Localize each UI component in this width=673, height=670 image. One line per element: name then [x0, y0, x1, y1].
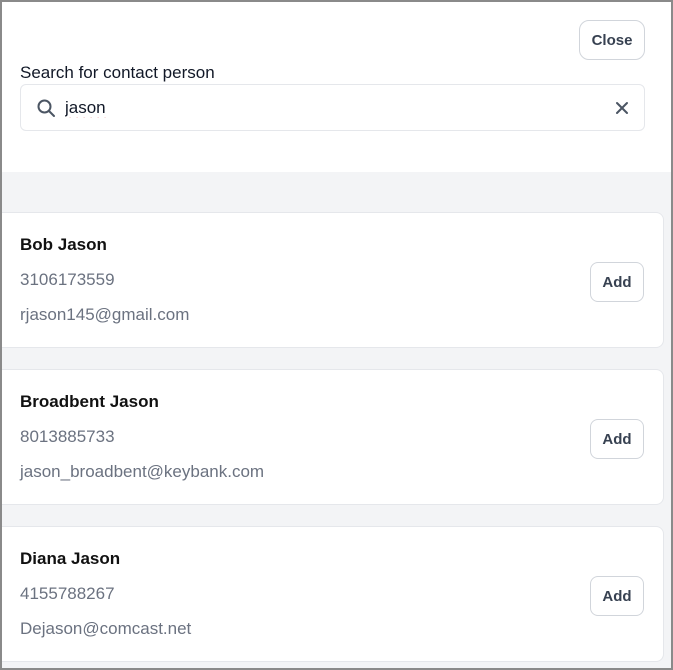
contact-email: jason_broadbent@keybank.com	[20, 462, 265, 481]
contact-name: Diana Jason	[20, 549, 121, 568]
add-contact-button[interactable]: Add	[590, 262, 644, 302]
search-results-list: Bob Jason 3106173559 rjason145@gmail.com…	[2, 172, 671, 668]
close-button[interactable]: Close	[579, 20, 645, 60]
contact-name: Bob Jason	[20, 235, 107, 254]
contact-email: rjason145@gmail.com	[20, 305, 190, 324]
contact-phone: 3106173559	[20, 270, 115, 289]
add-contact-button[interactable]: Add	[590, 576, 644, 616]
search-icon	[37, 99, 55, 117]
contact-email: Dejason@comcast.net	[20, 619, 192, 638]
contact-card: Bob Jason 3106173559 rjason145@gmail.com…	[2, 212, 664, 348]
contact-card: Diana Jason 4155788267 Dejason@comcast.n…	[2, 526, 664, 662]
search-field[interactable]	[20, 84, 645, 131]
contact-card: Broadbent Jason 8013885733 jason_broadbe…	[2, 369, 664, 505]
contact-phone: 4155788267	[20, 584, 115, 603]
search-input[interactable]	[65, 93, 595, 123]
contact-search-dialog: Close Search for contact person Bob Jaso…	[0, 0, 673, 670]
clear-search-icon[interactable]	[613, 99, 631, 117]
contact-name: Broadbent Jason	[20, 392, 159, 411]
contact-phone: 8013885733	[20, 427, 115, 446]
search-label: Search for contact person	[20, 63, 215, 82]
add-contact-button[interactable]: Add	[590, 419, 644, 459]
dialog-header: Close Search for contact person	[2, 2, 671, 172]
